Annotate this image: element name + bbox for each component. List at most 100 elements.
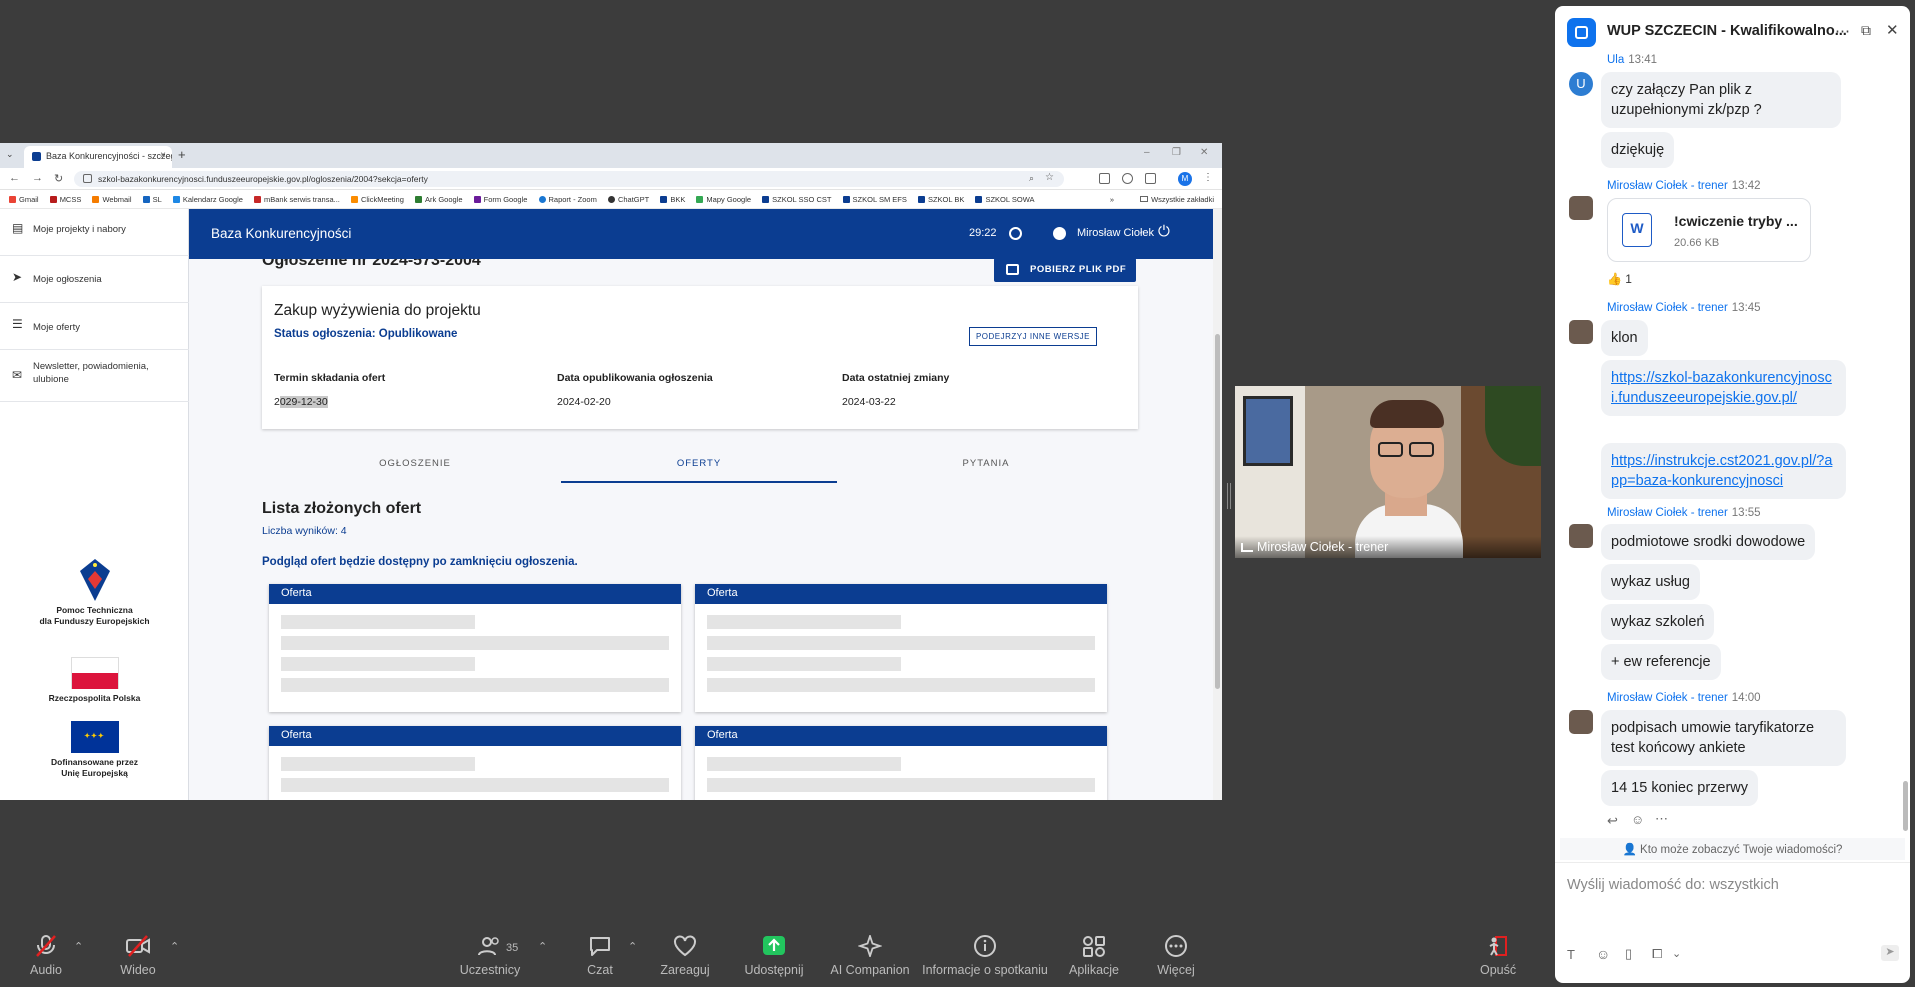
chat-button[interactable]: Czat bbox=[580, 935, 620, 977]
avatar[interactable] bbox=[1569, 320, 1593, 344]
browser-tab[interactable]: Baza Konkurencyjności - szczeg × bbox=[24, 146, 172, 168]
resize-handle[interactable] bbox=[1227, 483, 1231, 509]
participant-video[interactable]: Mirosław Ciołek - trener bbox=[1235, 386, 1541, 558]
bookmark[interactable]: ClickMeeting bbox=[350, 195, 404, 204]
chat-message[interactable]: 14 15 koniec przerwy bbox=[1601, 770, 1759, 806]
bookmark[interactable]: Mapy Google bbox=[696, 195, 751, 204]
close-tab-icon[interactable]: × bbox=[160, 150, 166, 161]
offer-card[interactable]: Oferta bbox=[269, 584, 681, 712]
more-button[interactable]: Więcej bbox=[1148, 935, 1204, 977]
chat-message[interactable]: podpisach umowie taryfikatorze test końc… bbox=[1601, 710, 1846, 766]
reload-icon[interactable]: ↻ bbox=[54, 172, 63, 185]
tab-pytania[interactable]: PYTANIA bbox=[848, 458, 1124, 469]
react-button[interactable]: Zareaguj bbox=[655, 935, 715, 977]
logout-icon[interactable]: ⏻ bbox=[1158, 223, 1170, 240]
chat-compose[interactable]: Wyślij wiadomość do: wszystkich T ☺ ▯ ⧠ … bbox=[1555, 862, 1910, 983]
ai-companion-button[interactable]: AI Companion bbox=[826, 935, 914, 977]
audio-options-chevron-icon[interactable]: ⌃ bbox=[74, 940, 83, 953]
chat-options-chevron-icon[interactable]: ⌃ bbox=[628, 940, 637, 953]
avatar[interactable] bbox=[1569, 524, 1593, 548]
tab-search-icon[interactable]: ⌄ bbox=[6, 149, 14, 160]
scrollbar-thumb[interactable] bbox=[1215, 334, 1220, 689]
participants-options-chevron-icon[interactable]: ⌃ bbox=[538, 940, 547, 953]
close-window-icon[interactable]: ✕ bbox=[1200, 147, 1208, 158]
bookmark[interactable]: Form Google bbox=[473, 195, 527, 204]
chat-message[interactable]: wykaz szkoleń bbox=[1601, 604, 1715, 640]
meeting-info-button[interactable]: Informacje o spotkaniu bbox=[920, 935, 1050, 977]
chat-message[interactable]: dziękuję bbox=[1601, 132, 1675, 168]
format-text-icon[interactable]: T bbox=[1567, 947, 1575, 962]
more-icon[interactable]: ⋯ bbox=[1835, 22, 1850, 40]
link[interactable]: https://szkol-bazakonkurencyjnosci.fundu… bbox=[1611, 370, 1832, 406]
share-button[interactable]: Udostępnij bbox=[738, 935, 810, 977]
chat-scrollbar[interactable] bbox=[1903, 781, 1908, 831]
user-name[interactable]: Mirosław Ciołek bbox=[1077, 227, 1154, 239]
chat-message-link[interactable]: https://instrukcje.cst2021.gov.pl/?app=b… bbox=[1601, 443, 1846, 499]
message-input[interactable]: Wyślij wiadomość do: wszystkich bbox=[1567, 877, 1779, 893]
password-icon[interactable] bbox=[1122, 173, 1133, 184]
chat-message[interactable]: podmiotowe srodki dowodowe bbox=[1601, 524, 1816, 560]
bookmark[interactable]: MCSS bbox=[49, 195, 81, 204]
clock-icon[interactable] bbox=[1009, 227, 1022, 240]
file-attachment[interactable]: W !cwiczenie tryby ... 20.66 KB bbox=[1607, 198, 1811, 262]
puzzle-icon[interactable] bbox=[1145, 173, 1156, 184]
bookmark[interactable]: SZKOL SSO CST bbox=[762, 195, 831, 204]
offer-card[interactable]: Oferta bbox=[695, 584, 1107, 712]
message-more-icon[interactable]: ⋯ bbox=[1655, 811, 1668, 827]
bookmark[interactable]: Raport - Zoom bbox=[538, 195, 597, 204]
sidebar-item-newsletter[interactable]: ✉ Newsletter, powiadomienia, ulubione bbox=[0, 350, 189, 402]
video-options-chevron-icon[interactable]: ⌃ bbox=[170, 940, 179, 953]
new-tab-icon[interactable]: + bbox=[178, 147, 186, 162]
leave-button[interactable]: Opuść bbox=[1480, 935, 1516, 977]
close-chat-icon[interactable]: ✕ bbox=[1886, 21, 1899, 39]
app-title[interactable]: Baza Konkurencyjności bbox=[211, 226, 351, 241]
chat-message[interactable]: czy załączy Pan plik z uzupełnionymi zk/… bbox=[1601, 72, 1841, 128]
screenshot-icon[interactable]: ⧠ bbox=[1652, 946, 1662, 962]
bookmark[interactable]: ChatGPT bbox=[607, 195, 649, 204]
chat-message[interactable]: wykaz usług bbox=[1601, 564, 1700, 600]
profile-avatar[interactable]: M bbox=[1178, 172, 1192, 186]
bookmark[interactable]: SZKOL BK bbox=[917, 195, 964, 204]
site-info-icon[interactable] bbox=[83, 174, 92, 183]
screenshot-dropdown-icon[interactable]: ⌄ bbox=[1672, 947, 1681, 960]
bookmark[interactable]: Gmail bbox=[9, 195, 39, 204]
tab-ogloszenie[interactable]: OGŁOSZENIE bbox=[277, 458, 553, 469]
extension-icon[interactable] bbox=[1099, 173, 1110, 184]
bookmark[interactable]: SZKOL SOWA bbox=[975, 195, 1035, 204]
visibility-notice[interactable]: 👤 Kto może zobaczyć Twoje wiadomości? bbox=[1560, 838, 1905, 860]
bookmark[interactable]: Kalendarz Google bbox=[172, 195, 243, 204]
link[interactable]: https://instrukcje.cst2021.gov.pl/?app=b… bbox=[1611, 453, 1832, 489]
sidebar-item-notices[interactable]: ➤ Moje ogłoszenia bbox=[0, 256, 189, 303]
maximize-icon[interactable]: ❐ bbox=[1172, 147, 1181, 158]
emoji-reaction-icon[interactable]: ☺ bbox=[1631, 812, 1644, 827]
chat-message-link[interactable]: https://szkol-bazakonkurencyjnosci.fundu… bbox=[1601, 360, 1846, 416]
bookmark[interactable]: SL bbox=[142, 195, 162, 204]
page-scrollbar[interactable] bbox=[1213, 209, 1222, 800]
sidebar-item-projects[interactable]: ▤ Moje projekty i nabory bbox=[0, 209, 189, 256]
reply-icon[interactable]: ↩ bbox=[1607, 813, 1618, 829]
download-pdf-button[interactable]: POBIERZ PLIK PDF bbox=[994, 259, 1136, 282]
reaction-badge[interactable]: 👍 1 bbox=[1607, 272, 1632, 286]
menu-dots-icon[interactable]: ⋮ bbox=[1203, 172, 1213, 183]
audio-button[interactable]: Audio bbox=[26, 935, 66, 977]
chat-message[interactable]: + ew referencje bbox=[1601, 644, 1721, 680]
avatar[interactable] bbox=[1569, 710, 1593, 734]
video-button[interactable]: Wideo bbox=[118, 935, 158, 977]
bookmark[interactable]: Ark Google bbox=[415, 195, 463, 204]
zoom-icon[interactable]: ⌕ bbox=[1029, 173, 1034, 184]
chat-message[interactable]: klon bbox=[1601, 320, 1648, 356]
file-icon[interactable]: ▯ bbox=[1625, 946, 1632, 962]
address-bar[interactable]: szkol-bazakonkurencyjnosci.funduszeeurop… bbox=[74, 171, 1064, 187]
tab-oferty[interactable]: OFERTY bbox=[561, 458, 837, 483]
offer-card[interactable]: Oferta bbox=[695, 726, 1107, 800]
back-icon[interactable]: ← bbox=[9, 172, 20, 184]
offer-card[interactable]: Oferta bbox=[269, 726, 681, 800]
avatar[interactable] bbox=[1569, 196, 1593, 220]
view-versions-button[interactable]: PODEJRZYJ INNE WERSJE bbox=[969, 327, 1097, 346]
all-bookmarks[interactable]: » Wszystkie zakładki bbox=[1110, 195, 1214, 204]
bookmark[interactable]: BKK bbox=[660, 195, 685, 204]
bookmark[interactable]: Webmail bbox=[92, 195, 132, 204]
star-icon[interactable]: ☆ bbox=[1045, 172, 1054, 183]
send-icon[interactable]: ➤ bbox=[1881, 945, 1899, 961]
account-icon[interactable] bbox=[1053, 227, 1066, 240]
